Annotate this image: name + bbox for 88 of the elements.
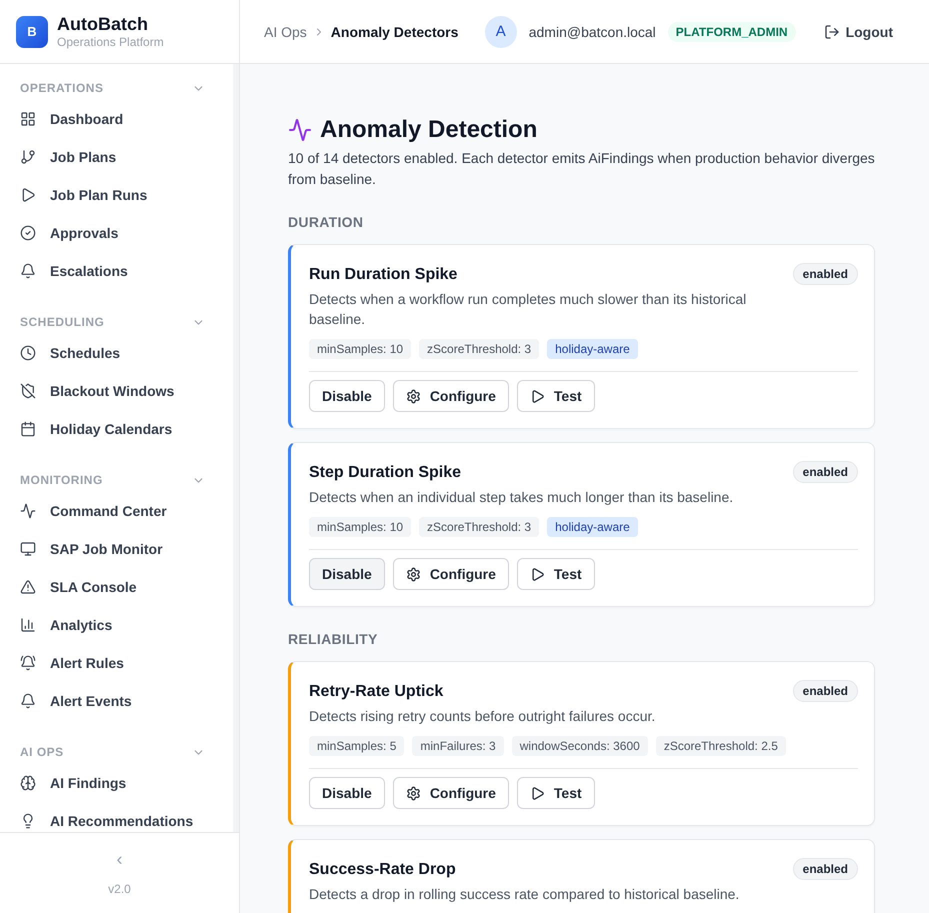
group-title: DURATION <box>288 214 364 230</box>
logout-icon <box>824 24 840 40</box>
nav-item[interactable]: Analytics <box>0 606 233 644</box>
detector-description: Detects when a workflow run completes much slower than its historical baseline. <box>309 290 748 329</box>
nav-item[interactable]: Holiday Calendars <box>0 410 233 448</box>
test-button[interactable]: Test <box>516 777 595 809</box>
breadcrumb-current: Anomaly Detectors <box>330 24 458 40</box>
flag-tag: holiday-aware <box>547 339 638 359</box>
parameter-tag: zScoreThreshold: 3 <box>419 517 540 537</box>
play-icon <box>530 786 545 800</box>
nav-item[interactable]: Alert Rules <box>0 644 233 682</box>
group-title: RELIABILITY <box>288 631 379 647</box>
nav-item[interactable]: Blackout Windows <box>0 372 233 410</box>
nav-item[interactable]: Job Plans <box>0 138 233 176</box>
play-icon <box>20 187 36 203</box>
disable-button[interactable]: Disable <box>309 777 385 809</box>
avatar: A <box>484 16 517 48</box>
user-email: admin@batcon.local <box>528 24 656 40</box>
detector-description: Detects rising retry counts before outright failures occur. <box>309 707 656 726</box>
nav-item[interactable]: SAP Job Monitor <box>0 530 233 568</box>
monitor-icon <box>20 541 36 557</box>
nav-item[interactable]: Schedules <box>0 334 233 372</box>
warning-icon <box>20 579 36 595</box>
brain-icon <box>20 775 36 791</box>
configure-button[interactable]: Configure <box>392 380 509 412</box>
play-icon <box>530 388 545 404</box>
test-button[interactable]: Test <box>516 380 595 412</box>
grid-icon <box>20 111 36 127</box>
status-badge: enabled <box>792 263 858 285</box>
section-title: AI OPS <box>20 745 64 759</box>
parameter-tag: zScoreThreshold: 3 <box>419 339 540 359</box>
nav-item[interactable]: Alert Events <box>0 682 233 720</box>
status-badge: enabled <box>792 461 858 483</box>
settings-icon <box>406 566 421 582</box>
bell-icon <box>20 263 36 279</box>
detector-name: Run Duration Spike <box>309 265 458 285</box>
disable-button[interactable]: Disable <box>309 558 385 590</box>
brand-name: AutoBatch <box>57 14 149 35</box>
status-badge: enabled <box>792 858 858 880</box>
nav-item[interactable]: Approvals <box>0 214 233 252</box>
detector-name: Success-Rate Drop <box>309 860 456 880</box>
bell-icon <box>20 693 36 709</box>
check-circle-icon <box>20 225 36 241</box>
version-label: v2.0 <box>108 882 131 896</box>
nav-item[interactable]: SLA Console <box>0 568 233 606</box>
shield-off-icon <box>20 383 36 399</box>
settings-icon <box>406 388 421 404</box>
detector-name: Step Duration Spike <box>309 463 462 483</box>
parameter-tag: minSamples: 10 <box>309 517 412 537</box>
disable-button[interactable]: Disable <box>309 380 385 412</box>
brand-subtitle: Operations Platform <box>57 35 164 49</box>
clock-icon <box>20 345 36 361</box>
pulse-icon <box>20 503 36 519</box>
section-title: SCHEDULING <box>20 315 104 329</box>
nav-item[interactable]: AI Findings <box>0 764 233 802</box>
section-title: OPERATIONS <box>20 81 104 95</box>
role-badge: PLATFORM_ADMIN <box>668 22 796 42</box>
calendar-icon <box>20 421 36 437</box>
configure-button[interactable]: Configure <box>392 777 509 809</box>
detector-description: Detects a drop in rolling success rate compared to historical baseline. <box>309 885 740 904</box>
logout-button[interactable]: Logout <box>824 24 893 40</box>
configure-button[interactable]: Configure <box>392 558 509 590</box>
detector-name: Retry-Rate Uptick <box>309 682 444 702</box>
play-icon <box>530 566 545 582</box>
test-button[interactable]: Test <box>516 558 595 590</box>
parameter-tag: minFailures: 3 <box>412 736 504 756</box>
parameter-tag: minSamples: 10 <box>309 339 412 359</box>
parameter-tag: minSamples: 5 <box>309 736 404 756</box>
nav-item[interactable]: Job Plan Runs <box>0 176 233 214</box>
nav-item[interactable]: Escalations <box>0 252 233 290</box>
settings-icon <box>406 786 421 800</box>
logo: B <box>16 16 48 48</box>
section-title: MONITORING <box>20 473 103 487</box>
branch-icon <box>20 149 36 165</box>
nav-item[interactable]: AI Recommendations <box>0 802 233 832</box>
breadcrumb-link[interactable]: AI Ops <box>264 24 307 40</box>
nav-item[interactable]: Command Center <box>0 492 233 530</box>
bell-ring-icon <box>20 655 36 671</box>
detector-description: Detects when an individual step takes much longer than its baseline. <box>309 488 734 507</box>
parameter-tag: windowSeconds: 3600 <box>512 736 648 756</box>
nav-item[interactable]: Dashboard <box>0 100 233 138</box>
page-summary: 10 of 14 detectors enabled. Each detector emits AiFindings when production behavior diverges from baseline. <box>288 149 875 189</box>
bar-chart-icon <box>20 617 36 633</box>
flag-tag: holiday-aware <box>547 517 638 537</box>
parameter-tag: zScoreThreshold: 2.5 <box>656 736 786 756</box>
pulse-icon <box>288 118 312 142</box>
status-badge: enabled <box>792 680 858 702</box>
page-title: Anomaly Detection <box>320 115 538 145</box>
